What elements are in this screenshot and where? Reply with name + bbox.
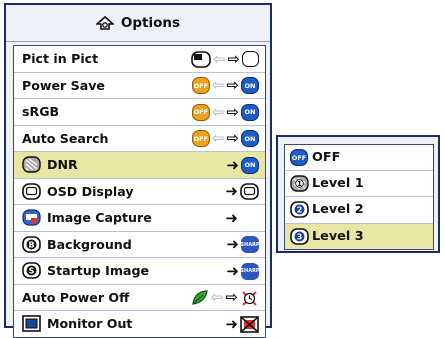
power-off-icon [242, 290, 257, 306]
arrow-right-icon: ➜ [226, 235, 239, 253]
row-auto-search[interactable]: Auto Search OFF ⇦ ⇨ ON [14, 126, 265, 152]
monitor-out-icon [22, 315, 41, 332]
on-badge: ON [241, 103, 259, 121]
row-label: Monitor Out [47, 316, 133, 332]
svg-text:1: 1 [297, 180, 302, 188]
row-background[interactable]: B Background ➜ SHARP [14, 232, 265, 258]
row-label: Startup Image [47, 263, 150, 279]
sharp-logo-badge: SHARP [240, 262, 260, 280]
arrow-right-icon: ➜ [225, 182, 238, 200]
svg-text:2: 2 [297, 206, 303, 215]
on-badge: ON [241, 130, 259, 147]
osd-icon [22, 182, 41, 200]
menu-title-bar: Options [6, 5, 270, 42]
options-icon [95, 15, 114, 30]
row-image-capture[interactable]: Image Capture ➜ [14, 205, 265, 232]
row-label: DNR [47, 157, 78, 173]
arrow-right-icon: ➜ [226, 155, 239, 174]
row-label: sRGB [22, 104, 60, 120]
picture-in-picture-icon [191, 50, 211, 68]
option-label: Level 3 [312, 228, 364, 244]
level-2-icon: 2 [290, 201, 309, 219]
arrow-left-icon: ⇦ [210, 288, 224, 306]
row-srgb[interactable]: sRGB OFF ⇦ ⇨ ON [14, 99, 265, 126]
row-power-save[interactable]: Power Save OFF ⇦ ⇨ ON [14, 73, 265, 99]
menu-title: Options [120, 15, 181, 31]
arrow-right-icon: ⇨ [225, 288, 238, 306]
on-badge: ON [241, 77, 259, 94]
row-auto-power-off[interactable]: Auto Power Off ⇦ ⇨ [14, 285, 265, 311]
dnr-icon [22, 156, 41, 173]
monitor-off-icon [240, 315, 259, 333]
row-pict-in-pict[interactable]: Pict in Pict ⇦ ⇨ [14, 46, 265, 73]
blank-icon [242, 51, 259, 67]
arrow-left-icon: ⇦ [211, 102, 225, 121]
row-label: Background [47, 236, 132, 252]
option-label: Level 2 [312, 202, 364, 218]
svg-text:S: S [29, 267, 35, 276]
row-osd-display[interactable]: OSD Display ➜ [14, 179, 265, 205]
dnr-option-level-2[interactable]: 2 Level 2 [285, 197, 433, 224]
arrow-right-icon: ➜ [225, 314, 238, 333]
dnr-level-list: OFF OFF 1 Level 1 2 Level 2 3 Level 3 [284, 144, 434, 250]
arrow-left-icon: ⇦ [211, 76, 225, 94]
level-1-icon: 1 [290, 175, 309, 192]
on-badge: ON [241, 156, 259, 174]
sharp-logo-badge: SHARP [240, 236, 260, 253]
row-dnr[interactable]: DNR ➜ ON [14, 152, 265, 179]
image-capture-icon [22, 209, 41, 226]
arrow-left-icon: ⇦ [212, 49, 226, 68]
level-3-icon: 3 [290, 227, 309, 245]
osd-icon [240, 183, 259, 200]
background-icon: B [22, 235, 41, 253]
arrow-right-icon: ⇨ [226, 129, 239, 147]
svg-text:B: B [28, 240, 34, 249]
off-badge: OFF [191, 130, 210, 147]
svg-text:3: 3 [297, 232, 303, 241]
dnr-option-off[interactable]: OFF OFF [285, 145, 433, 172]
arrow-right-icon: ⇨ [226, 102, 239, 121]
row-label: Auto Search [22, 130, 109, 146]
off-badge: OFF [191, 77, 210, 94]
arrow-right-icon: ⇨ [226, 76, 239, 94]
dnr-option-level-3[interactable]: 3 Level 3 [285, 223, 433, 249]
dnr-option-level-1[interactable]: 1 Level 1 [285, 171, 433, 198]
row-label: OSD Display [47, 183, 134, 199]
arrow-right-icon: ⇨ [227, 49, 240, 68]
options-list: Pict in Pict ⇦ ⇨ Power Save OFF ⇦ ⇨ ON s… [13, 45, 266, 338]
options-menu: Options Pict in Pict ⇦ ⇨ Power Save OFF … [4, 3, 272, 338]
off-badge: OFF [191, 103, 210, 121]
arrow-right-icon: ➜ [226, 261, 239, 280]
dnr-submenu: OFF OFF 1 Level 1 2 Level 2 3 Level 3 [276, 135, 440, 253]
row-label: Power Save [22, 77, 105, 93]
row-label: Auto Power Off [22, 289, 130, 305]
row-label: Pict in Pict [22, 51, 99, 67]
row-label: Image Capture [47, 210, 152, 226]
arrow-left-icon: ⇦ [211, 129, 225, 147]
option-label: Level 1 [312, 176, 364, 192]
off-badge: OFF [290, 149, 308, 166]
option-label: OFF [312, 150, 341, 166]
row-startup-image[interactable]: S Startup Image ➜ SHARP [14, 258, 265, 285]
leaf-icon [192, 290, 208, 305]
startup-image-icon: S [22, 262, 41, 279]
arrow-right-icon: ➜ [225, 208, 238, 227]
